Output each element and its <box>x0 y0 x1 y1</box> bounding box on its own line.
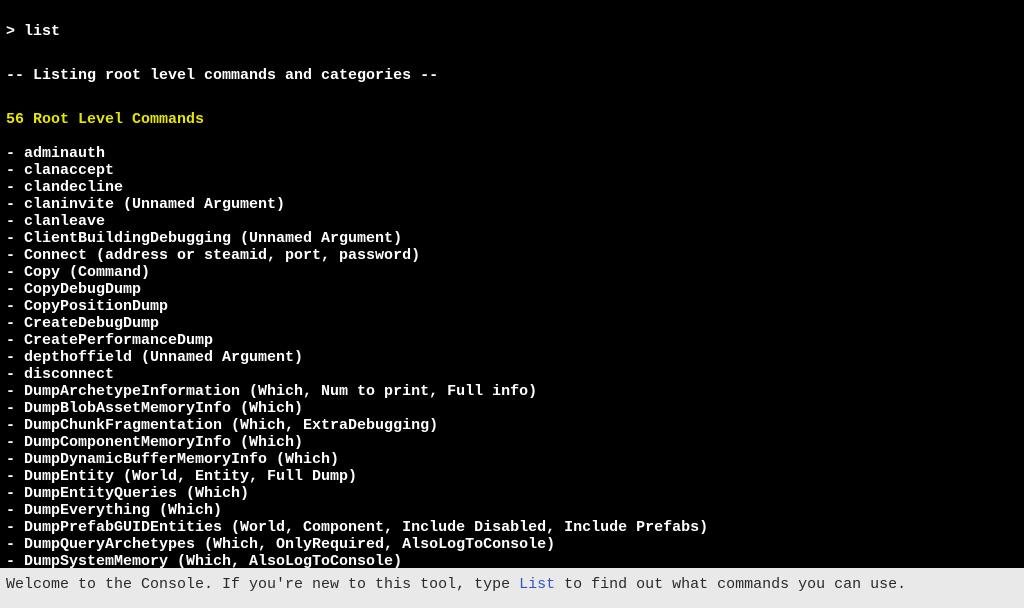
command-line: - Connect (address or steamid, port, pas… <box>6 247 1018 264</box>
command-line: - ClientBuildingDebugging (Unnamed Argum… <box>6 230 1018 247</box>
footer-pre: Welcome to the Console. If you're new to… <box>6 576 519 593</box>
command-list: - adminauth- clanaccept- clandecline- cl… <box>6 145 1018 568</box>
command-line: - DumpEntity (World, Entity, Full Dump) <box>6 468 1018 485</box>
command-line: - Copy (Command) <box>6 264 1018 281</box>
command-line: - clanaccept <box>6 162 1018 179</box>
console-output: > list -- Listing root level commands an… <box>0 0 1024 568</box>
console-input-bar[interactable]: Welcome to the Console. If you're new to… <box>0 568 1024 608</box>
command-line: - DumpSystemMemory (Which, AlsoLogToCons… <box>6 553 1018 568</box>
command-line: - DumpComponentMemoryInfo (Which) <box>6 434 1018 451</box>
command-line: - depthoffield (Unnamed Argument) <box>6 349 1018 366</box>
command-line: - CopyPositionDump <box>6 298 1018 315</box>
root-commands-header: 56 Root Level Commands <box>6 111 1018 128</box>
command-line: - DumpDynamicBufferMemoryInfo (Which) <box>6 451 1018 468</box>
command-line: - claninvite (Unnamed Argument) <box>6 196 1018 213</box>
command-line: - CopyDebugDump <box>6 281 1018 298</box>
command-line: - adminauth <box>6 145 1018 162</box>
command-line: - DumpEverything (Which) <box>6 502 1018 519</box>
command-line: - clandecline <box>6 179 1018 196</box>
listing-header: -- Listing root level commands and categ… <box>6 67 1018 84</box>
command-line: - CreateDebugDump <box>6 315 1018 332</box>
command-line: - DumpQueryArchetypes (Which, OnlyRequir… <box>6 536 1018 553</box>
footer-post: to find out what commands you can use. <box>555 576 906 593</box>
command-line: - DumpBlobAssetMemoryInfo (Which) <box>6 400 1018 417</box>
footer-list-keyword: List <box>519 576 555 593</box>
command-line: - DumpPrefabGUIDEntities (World, Compone… <box>6 519 1018 536</box>
command-line: - disconnect <box>6 366 1018 383</box>
command-line: - clanleave <box>6 213 1018 230</box>
command-line: - DumpChunkFragmentation (Which, ExtraDe… <box>6 417 1018 434</box>
command-line: - DumpArchetypeInformation (Which, Num t… <box>6 383 1018 400</box>
prompt-line: > list <box>6 23 1018 40</box>
command-line: - CreatePerformanceDump <box>6 332 1018 349</box>
command-line: - DumpEntityQueries (Which) <box>6 485 1018 502</box>
